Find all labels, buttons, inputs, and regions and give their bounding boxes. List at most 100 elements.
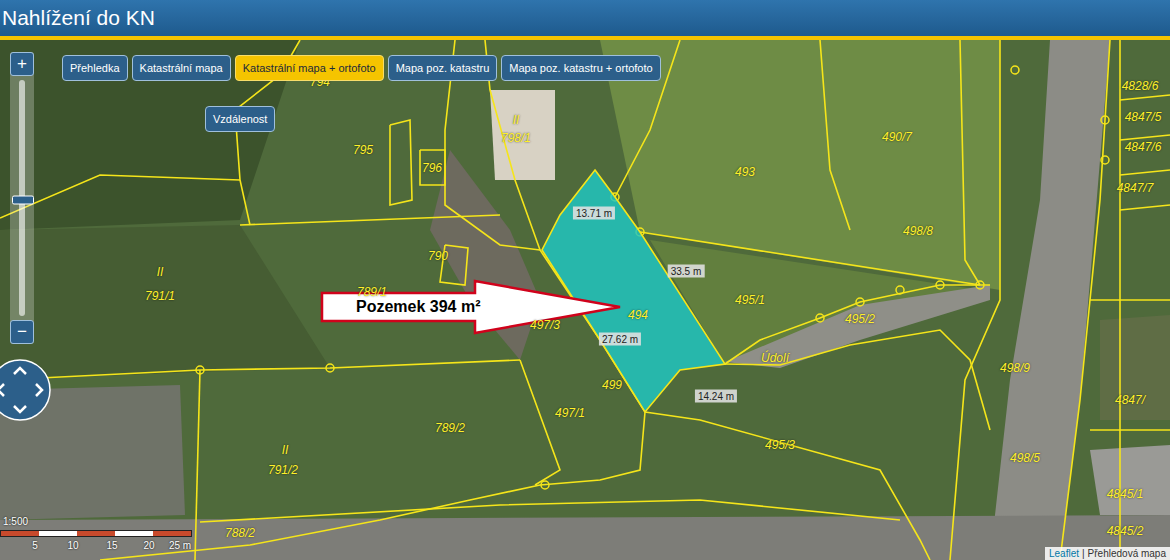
zoom-control: +− (10, 52, 34, 344)
distance-label: 33.5 m (668, 265, 705, 278)
scale-tick: 25 m (169, 540, 191, 551)
parcel-label: 791/2 (268, 463, 298, 477)
parcel-boundary (0, 360, 520, 380)
parcel-label: 789/1 (357, 285, 387, 299)
scale-tick: 20 (143, 540, 154, 551)
parcel-boundary (390, 120, 412, 205)
boundary-point (326, 364, 334, 372)
parcel-label: II (157, 265, 164, 279)
building (1090, 445, 1170, 515)
parcel-label: 4845/2 (1107, 524, 1144, 538)
overview-map-link[interactable]: Přehledová mapa (1088, 548, 1166, 559)
pan-left-icon[interactable] (0, 384, 4, 396)
parcel-label: 4847/ (1115, 393, 1145, 407)
map[interactable]: 794795796798/1IIIIII493490/74828/64847/5… (0, 40, 1170, 560)
distance-button[interactable]: Vzdálenost (205, 106, 275, 132)
pan-right-icon[interactable] (36, 384, 42, 396)
parcel-boundary (520, 360, 560, 485)
parcel-label: 789/2 (435, 421, 465, 435)
layer-switcher: PřehledkaKatastrální mapaKatastrální map… (62, 55, 661, 81)
zoom-slider[interactable] (19, 80, 25, 316)
parcel-label: 493 (735, 165, 755, 179)
scale-bar: 1:500510152025 m (0, 516, 200, 560)
parcel-boundary (950, 40, 1000, 560)
parcel-label: 788/2 (225, 526, 255, 540)
boundary-point (816, 314, 824, 322)
layer-button[interactable]: Katastrální mapa + ortofoto (235, 55, 384, 81)
boundary-point (196, 366, 204, 374)
pan-up-icon[interactable] (14, 368, 26, 374)
parcel-boundary (195, 370, 200, 560)
parcel-label: 495/2 (845, 312, 875, 326)
building (490, 90, 555, 180)
parcel-label: 4828/6 (1122, 79, 1159, 93)
parcel-boundary (640, 232, 980, 285)
parcel-label: 4847/5 (1125, 110, 1162, 124)
parcel-label: 498/9 (1000, 361, 1030, 375)
boundary-point (936, 281, 944, 289)
scale-tick: 15 (106, 540, 117, 551)
map-canvas[interactable] (0, 40, 1170, 560)
layer-button[interactable]: Katastrální mapa (132, 55, 231, 81)
parcel-boundary (1090, 429, 1170, 431)
parcel-label: 4847/6 (1125, 140, 1162, 154)
parcel-label: 490/7 (882, 130, 912, 144)
app-title: Nahlížení do KN (2, 6, 155, 30)
parcel-boundary (725, 330, 990, 430)
orthophoto (0, 40, 1170, 560)
scale-tick: 10 (67, 540, 78, 551)
parcel-label: 798/1 (501, 131, 531, 145)
parcel-boundary (100, 40, 645, 560)
layer-button[interactable]: Přehledka (62, 55, 128, 81)
parcel-label: 498/5 (1010, 451, 1040, 465)
parcel-boundary (1120, 95, 1170, 100)
selected-parcel[interactable] (542, 170, 725, 412)
parcel-label: 497/3 (530, 318, 560, 332)
parcel-boundary (0, 175, 240, 218)
header: Nahlížení do KN (0, 0, 1170, 40)
parcel-boundary (1090, 299, 1170, 301)
parcel-boundary (200, 500, 900, 522)
garden (1100, 315, 1170, 420)
layer-button[interactable]: Mapa poz. katastru (388, 55, 498, 81)
parcel-label: II (513, 113, 520, 127)
parcel-label: Údolí (761, 351, 789, 365)
boundary-point (1011, 66, 1019, 74)
parcel-boundary (820, 40, 850, 230)
layer-button[interactable]: Mapa poz. katastru + ortofoto (501, 55, 660, 81)
road (725, 285, 990, 368)
zoom-in-button[interactable]: + (10, 52, 34, 76)
scale-track (0, 530, 192, 537)
pan-control[interactable] (0, 358, 52, 422)
parcel-label: 790 (428, 249, 448, 263)
parcel-label: 495/3 (765, 438, 795, 452)
parcel-boundary (725, 285, 990, 364)
boundary-point (896, 286, 904, 294)
parcel-boundary (420, 150, 445, 185)
separator: | (1082, 548, 1085, 559)
parcel-label: II (282, 443, 289, 457)
parcel-label: 497/1 (555, 406, 585, 420)
parcel-boundary (1120, 170, 1170, 175)
parcel-label: 4847/7 (1117, 181, 1154, 195)
zoom-out-button[interactable]: − (10, 320, 34, 344)
parcel-label: 498/8 (903, 224, 933, 238)
parcel-label: 499 (602, 378, 622, 392)
parcel-label: 4845/1 (1107, 487, 1144, 501)
parcel-label: 495/1 (735, 293, 765, 307)
leaflet-link[interactable]: Leaflet (1049, 548, 1079, 559)
boundary-point (856, 298, 864, 306)
distance-label: 27.62 m (599, 333, 641, 346)
boundary-point (1101, 156, 1109, 164)
parcel-label: 494 (628, 308, 648, 322)
pan-down-icon[interactable] (14, 406, 26, 412)
boundary-point (541, 481, 549, 489)
zoom-handle[interactable] (12, 196, 34, 205)
parcel-label: 791/1 (145, 289, 175, 303)
parcel-boundary (645, 412, 930, 560)
boundary-point (1101, 116, 1109, 124)
woods (0, 225, 330, 380)
distance-label: 13.71 m (573, 207, 615, 220)
parcel-label: 795 (353, 143, 373, 157)
callout-arrow (322, 281, 620, 333)
